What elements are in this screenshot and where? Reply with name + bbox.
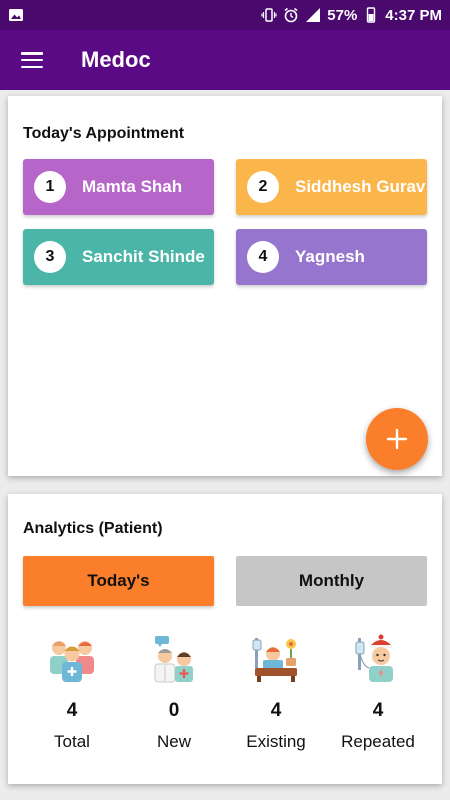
lte-signal-icon [306, 8, 321, 22]
appointment-number: 1 [34, 171, 66, 203]
doctor-patient-icon [154, 636, 193, 683]
tab-todays[interactable]: Today's [23, 556, 214, 606]
appointment-number: 4 [247, 241, 279, 273]
appointment-item-4[interactable]: 4 Yagnesh [236, 229, 427, 285]
patient-drip-icon [355, 634, 393, 682]
stat-new-label: New [156, 732, 191, 751]
stat-repeated: 4 Repeated [328, 634, 428, 752]
app-bar: Medoc [0, 30, 450, 90]
analytics-title: Analytics (Patient) [23, 520, 163, 537]
analytics-card: Analytics (Patient) Today's Monthly 4 To… [8, 494, 442, 784]
appointment-number: 2 [247, 171, 279, 203]
appointment-name: Yagnesh [295, 247, 365, 266]
stat-existing-value: 4 [270, 700, 282, 721]
appointment-name: Siddhesh Gurav [295, 177, 426, 196]
appointment-name: Sanchit Shinde [82, 247, 205, 266]
stat-repeated-label: Repeated [341, 732, 415, 751]
status-time: 4:37 PM [385, 6, 442, 24]
stat-total-label: Total [54, 732, 90, 751]
stat-existing-label: Existing [246, 732, 306, 751]
stat-new: 0 New [124, 634, 224, 752]
add-appointment-button[interactable] [366, 408, 428, 470]
stat-total: 4 Total [22, 634, 122, 752]
appointments-card: Today's Appointment 1 Mamta Shah 2 Siddh… [8, 96, 442, 476]
vibrate-icon [261, 8, 277, 22]
tab-monthly[interactable]: Monthly [236, 556, 427, 606]
appointments-title: Today's Appointment [23, 125, 185, 142]
gallery-notification-icon [9, 9, 23, 21]
appointment-number: 3 [34, 241, 66, 273]
appointment-item-2[interactable]: 2 Siddhesh Gurav [236, 159, 427, 215]
appointment-item-3[interactable]: 3 Sanchit Shinde [23, 229, 214, 285]
patient-bed-icon [252, 638, 297, 682]
battery-icon [367, 7, 376, 23]
stat-existing: 4 Existing [226, 634, 326, 752]
menu-icon[interactable] [21, 52, 43, 68]
plus-icon [386, 428, 408, 450]
alarm-icon [284, 7, 298, 23]
stat-repeated-value: 4 [372, 700, 384, 721]
patients-group-icon [50, 641, 94, 682]
battery-percent: 57% [327, 6, 358, 24]
stat-new-value: 0 [168, 700, 180, 721]
app-title: Medoc [81, 47, 151, 72]
status-bar: 57% 4:37 PM [0, 0, 450, 30]
appointment-name: Mamta Shah [82, 177, 183, 196]
appointment-item-1[interactable]: 1 Mamta Shah [23, 159, 214, 215]
stat-total-value: 4 [66, 700, 78, 721]
